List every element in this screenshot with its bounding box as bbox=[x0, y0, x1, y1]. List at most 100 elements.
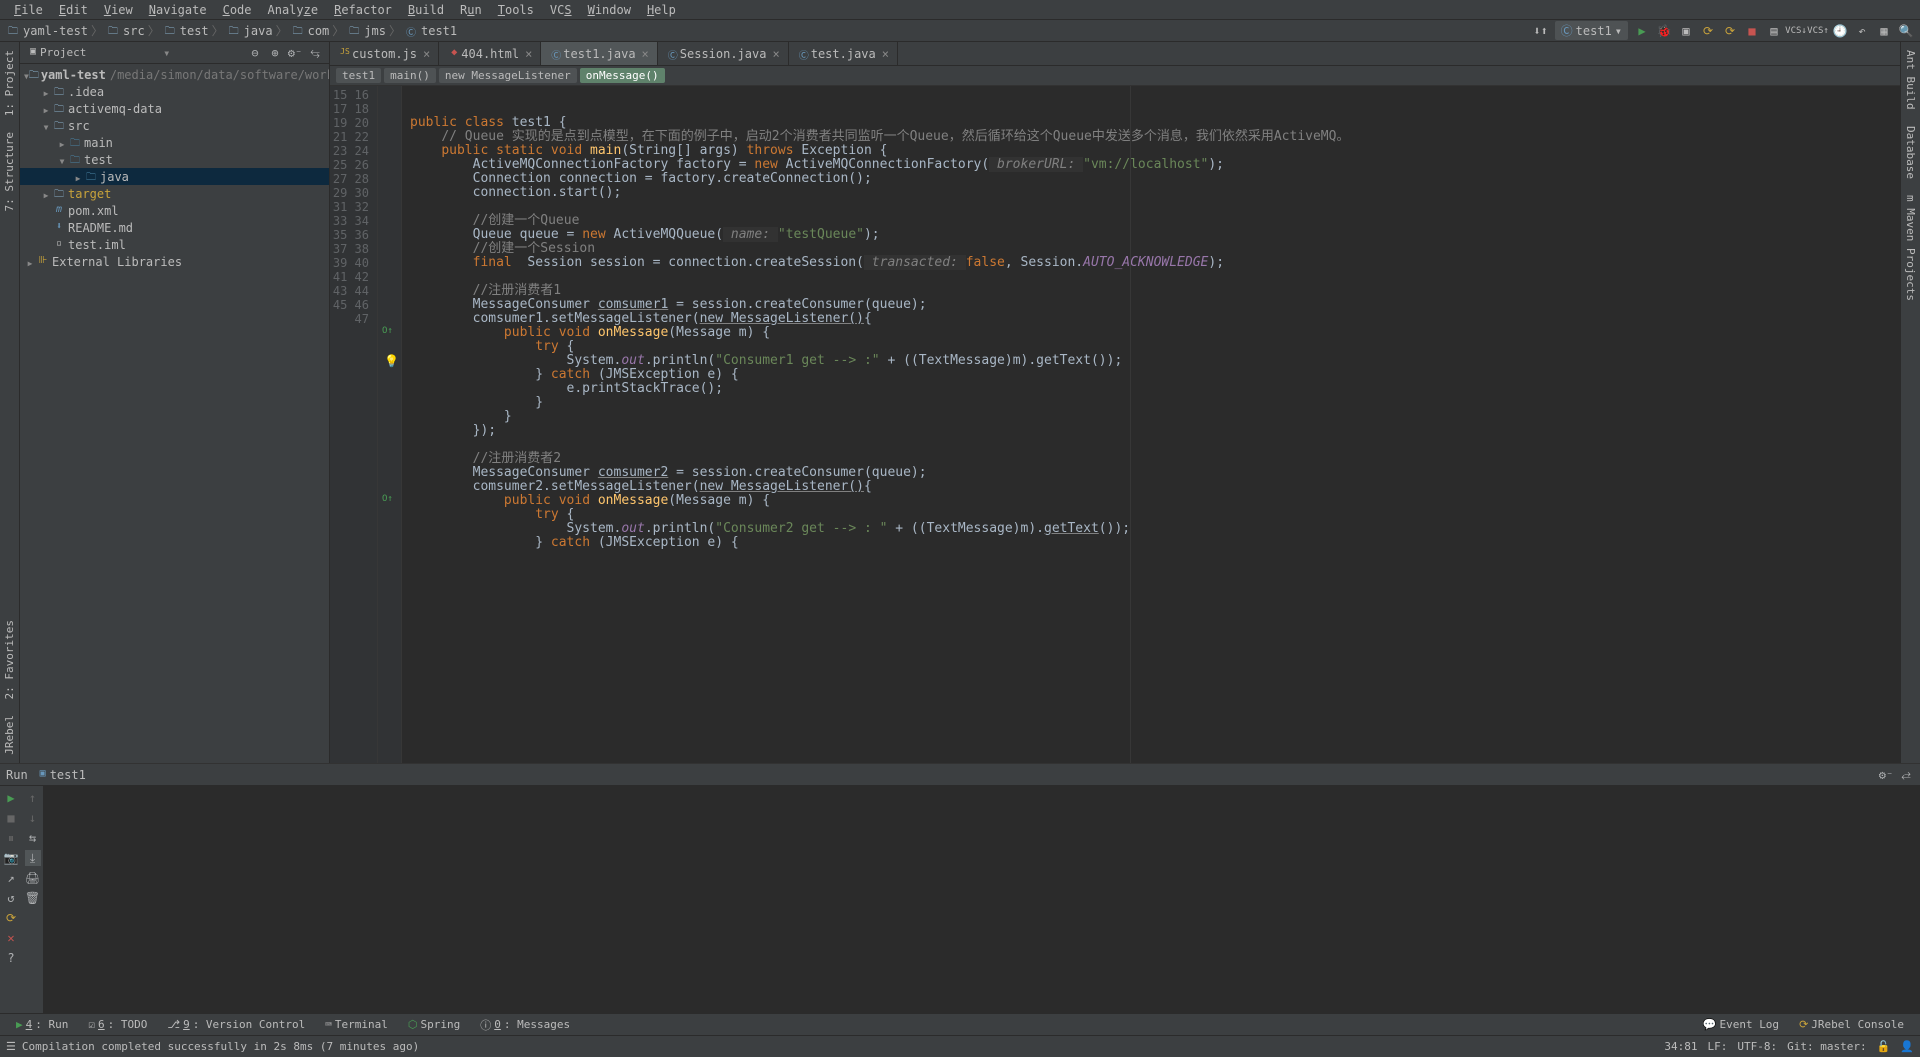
close-icon[interactable]: × bbox=[772, 47, 779, 61]
menu-navigate[interactable]: Navigate bbox=[141, 3, 215, 17]
gutter-marks[interactable]: O↑ 💡 O↑ bbox=[378, 86, 402, 763]
cursor-position[interactable]: 34:81 bbox=[1664, 1040, 1697, 1053]
scroll-icon[interactable]: ⤓ bbox=[25, 850, 41, 866]
editor-tab[interactable]: Ⓒ test1.java× bbox=[541, 42, 657, 65]
tree-arrow-icon[interactable] bbox=[40, 119, 52, 133]
crumb-class[interactable]: test1 bbox=[421, 24, 457, 38]
close-icon[interactable]: × bbox=[525, 47, 532, 61]
menu-view[interactable]: View bbox=[96, 3, 141, 17]
tree-root[interactable]: yaml-test bbox=[41, 68, 106, 82]
breadcrumb-item[interactable]: onMessage() bbox=[580, 68, 665, 83]
pause-icon[interactable]: ⏸ bbox=[3, 830, 19, 846]
menu-refactor[interactable]: Refactor bbox=[326, 3, 400, 17]
tree-node[interactable]: ▫test.iml bbox=[20, 236, 329, 253]
tree-arrow-icon[interactable] bbox=[40, 102, 52, 116]
tree-node[interactable]: 🗀.idea bbox=[20, 83, 329, 100]
tree-arrow-icon[interactable] bbox=[56, 153, 68, 167]
tool-ant-tab[interactable]: Ant Build bbox=[1902, 42, 1919, 118]
help-icon[interactable]: ? bbox=[3, 950, 19, 966]
hide-icon[interactable]: ⥄ bbox=[1898, 767, 1914, 783]
line-gutter[interactable]: 15 16 17 18 19 20 21 22 23 24 25 26 27 2… bbox=[330, 86, 378, 763]
tree-node[interactable]: mpom.xml bbox=[20, 202, 329, 219]
bulb-icon[interactable]: 💡 bbox=[384, 354, 399, 368]
debug-icon[interactable]: 🐞 bbox=[1656, 23, 1672, 39]
bottom-eventlog-tab[interactable]: 💬Event Log bbox=[1693, 1018, 1789, 1031]
search-icon[interactable]: 🔍 bbox=[1898, 23, 1914, 39]
project-tree[interactable]: 🗀 yaml-test /media/simon/data/software/w… bbox=[20, 64, 329, 763]
run-output[interactable] bbox=[44, 786, 1920, 1013]
menu-file[interactable]: FFileile bbox=[6, 3, 51, 17]
crumb-test[interactable]: test bbox=[180, 24, 209, 38]
clear-icon[interactable]: 🗑 bbox=[25, 890, 41, 906]
tree-node[interactable]: 🗀java bbox=[20, 168, 329, 185]
make-icon[interactable]: ⬇⬆ bbox=[1533, 23, 1549, 39]
bottom-jrebel-tab[interactable]: ⟳JRebel Console bbox=[1789, 1018, 1914, 1031]
crumb-src[interactable]: src bbox=[123, 24, 145, 38]
bottom-run-tab[interactable]: ▶4: Run bbox=[6, 1018, 78, 1031]
coverage-icon[interactable]: ▣ bbox=[1678, 23, 1694, 39]
scroll-to-icon[interactable]: ⊕ bbox=[267, 45, 283, 61]
lock-icon[interactable]: 🔓 bbox=[1877, 1040, 1891, 1053]
structure-icon[interactable]: ▦ bbox=[1876, 23, 1892, 39]
crumb-com[interactable]: com bbox=[308, 24, 330, 38]
close-icon[interactable]: × bbox=[423, 47, 430, 61]
up-icon[interactable]: ↑ bbox=[25, 790, 41, 806]
menu-tools[interactable]: Tools bbox=[490, 3, 542, 17]
toolbar-icon[interactable]: ▤ bbox=[1766, 23, 1782, 39]
tree-node[interactable]: 🗀src bbox=[20, 117, 329, 134]
menu-build[interactable]: Build bbox=[400, 3, 452, 17]
tool-structure-tab[interactable]: 7: Structure bbox=[1, 124, 18, 219]
crumb-jms[interactable]: jms bbox=[364, 24, 386, 38]
tool-maven-tab[interactable]: m Maven Projects bbox=[1902, 187, 1919, 309]
tree-node[interactable]: 🗀main bbox=[20, 134, 329, 151]
tree-node[interactable]: ⬇README.md bbox=[20, 219, 329, 236]
revert-icon[interactable]: ↶ bbox=[1854, 23, 1870, 39]
breadcrumb-item[interactable]: test1 bbox=[336, 68, 381, 83]
tree-node[interactable]: 🗀activemq-data bbox=[20, 100, 329, 117]
vcs-commit-icon[interactable]: VCS↑ bbox=[1810, 23, 1826, 39]
bottom-todo-tab[interactable]: ☑6: TODO bbox=[78, 1018, 157, 1031]
wrap-icon[interactable]: ⇆ bbox=[25, 830, 41, 846]
print-icon[interactable]: 🖨 bbox=[25, 870, 41, 886]
menu-help[interactable]: Help bbox=[639, 3, 684, 17]
breadcrumb-item[interactable]: main() bbox=[384, 68, 436, 83]
stop-icon[interactable]: ■ bbox=[3, 810, 19, 826]
tool-project-tab[interactable]: 1: Project bbox=[1, 42, 18, 124]
restore-icon[interactable]: ↺ bbox=[3, 890, 19, 906]
down-icon[interactable]: ↓ bbox=[25, 810, 41, 826]
line-separator[interactable]: LF: bbox=[1707, 1040, 1727, 1053]
exit-icon[interactable]: ↗ bbox=[3, 870, 19, 886]
menu-window[interactable]: Window bbox=[580, 3, 639, 17]
hector-icon[interactable]: 👤 bbox=[1900, 1040, 1914, 1053]
editor-tab[interactable]: JS custom.js× bbox=[330, 42, 439, 65]
tree-ext-lib[interactable]: External Libraries bbox=[52, 255, 182, 269]
tree-arrow-icon[interactable] bbox=[40, 187, 52, 201]
jrebel-icon[interactable]: ⟳ bbox=[3, 910, 19, 926]
tree-node[interactable]: 🗀target bbox=[20, 185, 329, 202]
jrebel-run-icon[interactable]: ⟳ bbox=[1700, 23, 1716, 39]
menu-vcs[interactable]: VCS bbox=[542, 3, 580, 17]
bottom-terminal-tab[interactable]: ⌨Terminal bbox=[315, 1018, 398, 1031]
tool-jrebel-tab[interactable]: JRebel bbox=[1, 707, 18, 763]
tree-arrow-icon[interactable] bbox=[40, 85, 52, 99]
menu-run[interactable]: Run bbox=[452, 3, 490, 17]
editor-tab[interactable]: Ⓒ Session.java× bbox=[658, 42, 789, 65]
dump-icon[interactable]: 📷 bbox=[3, 850, 19, 866]
tree-arrow-icon[interactable] bbox=[72, 170, 84, 184]
bottom-spring-tab[interactable]: ⬡Spring bbox=[398, 1018, 470, 1031]
override-icon[interactable]: O↑ bbox=[382, 494, 393, 504]
file-encoding[interactable]: UTF-8: bbox=[1737, 1040, 1777, 1053]
hide-icon[interactable]: ⥃ bbox=[307, 45, 323, 61]
menu-code[interactable]: Code bbox=[215, 3, 260, 17]
editor-tab[interactable]: Ⓒ test.java× bbox=[789, 42, 898, 65]
status-icon[interactable]: ☰ bbox=[6, 1040, 16, 1053]
stop-icon[interactable]: ■ bbox=[1744, 23, 1760, 39]
settings-icon[interactable]: ⚙⁻ bbox=[287, 45, 303, 61]
jrebel-debug-icon[interactable]: ⟳ bbox=[1722, 23, 1738, 39]
rerun-icon[interactable]: ▶ bbox=[3, 790, 19, 806]
close-icon[interactable]: × bbox=[882, 47, 889, 61]
close-icon[interactable]: × bbox=[642, 47, 649, 61]
git-branch[interactable]: Git: master: bbox=[1787, 1040, 1866, 1053]
crumb-project[interactable]: yaml-test bbox=[23, 24, 88, 38]
override-icon[interactable]: O↑ bbox=[382, 326, 393, 336]
